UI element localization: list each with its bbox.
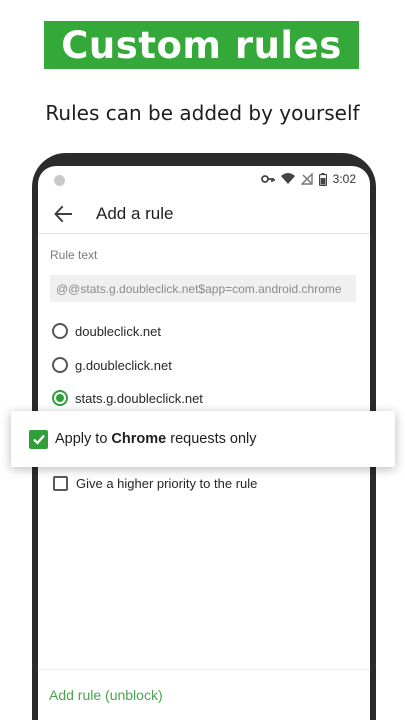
wifi-icon bbox=[280, 173, 295, 184]
camera-dot bbox=[54, 175, 65, 186]
apply-chrome-suffix: requests only bbox=[166, 431, 257, 447]
page-title: Add a rule bbox=[96, 204, 174, 223]
higher-priority-option[interactable]: Give a higher priority to the rule bbox=[53, 476, 257, 491]
radio-button[interactable] bbox=[52, 323, 68, 339]
checkmark-icon bbox=[32, 434, 45, 445]
radio-label: g.doubleclick.net bbox=[75, 357, 172, 373]
rule-text-input[interactable] bbox=[50, 275, 356, 302]
apply-chrome-label: Apply to Chrome requests only bbox=[55, 431, 257, 447]
add-rule-button[interactable]: Add rule (unblock) bbox=[49, 687, 163, 703]
radio-option-g-doubleclick[interactable]: g.doubleclick.net bbox=[52, 355, 172, 375]
feature-banner: Custom rules bbox=[44, 21, 359, 69]
higher-priority-label: Give a higher priority to the rule bbox=[76, 476, 258, 491]
banner-title: Custom rules bbox=[61, 23, 342, 67]
radio-label: stats.g.doubleclick.net bbox=[75, 390, 203, 406]
radio-button[interactable] bbox=[52, 357, 68, 373]
key-icon bbox=[260, 175, 275, 183]
radio-option-stats-g-doubleclick[interactable]: stats.g.doubleclick.net bbox=[52, 388, 203, 408]
radio-button-selected[interactable] bbox=[52, 390, 68, 406]
apply-chrome-app-name: Chrome bbox=[111, 431, 167, 447]
rule-text-label: Rule text bbox=[50, 248, 98, 262]
feature-subtitle: Rules can be added by yourself bbox=[45, 101, 360, 125]
status-bar: 3:02 bbox=[38, 166, 370, 194]
higher-priority-checkbox[interactable] bbox=[53, 476, 68, 491]
no-signal-icon bbox=[300, 173, 313, 185]
apply-chrome-option[interactable]: Apply to Chrome requests only bbox=[11, 411, 395, 467]
arrow-left-icon[interactable] bbox=[52, 203, 74, 225]
battery-icon bbox=[318, 172, 327, 186]
apply-chrome-prefix: Apply to bbox=[55, 431, 112, 447]
radio-label: doubleclick.net bbox=[75, 323, 161, 339]
radio-option-doubleclick[interactable]: doubleclick.net bbox=[52, 321, 161, 341]
divider bbox=[38, 669, 370, 670]
apply-chrome-checkbox[interactable] bbox=[29, 429, 48, 449]
status-icons: 3:02 bbox=[260, 172, 356, 186]
app-bar: Add a rule bbox=[38, 194, 370, 234]
status-time: 3:02 bbox=[332, 172, 356, 186]
